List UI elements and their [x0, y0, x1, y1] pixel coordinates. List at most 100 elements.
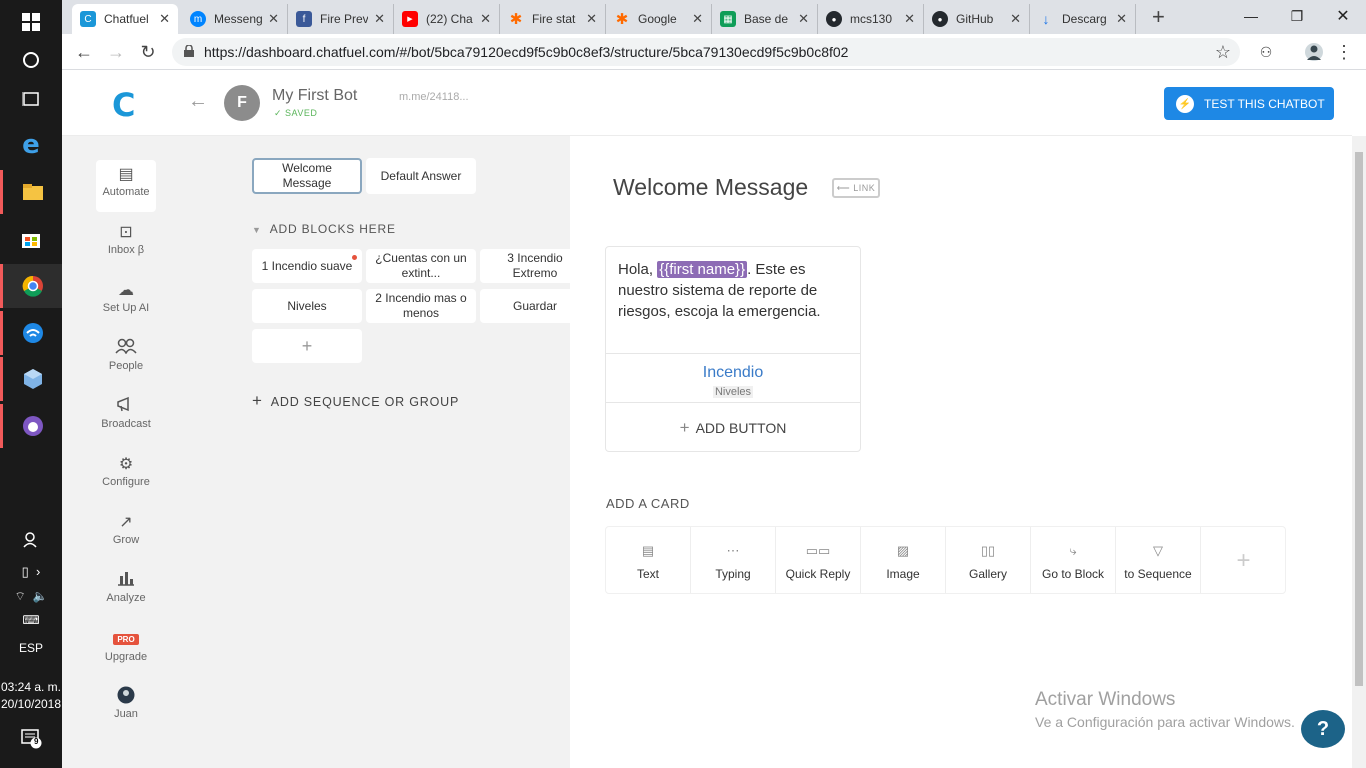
- add-sequence-button[interactable]: + ADD SEQUENCE OR GROUP: [252, 391, 459, 411]
- tab-github[interactable]: ● GitHub ✕: [924, 4, 1030, 34]
- close-tab-icon[interactable]: ✕: [1010, 11, 1021, 27]
- nav-inbox[interactable]: ⊡ Inbox β: [96, 218, 156, 270]
- nav-configure[interactable]: ⚙ Configure: [96, 450, 156, 502]
- block-welcome-message[interactable]: Welcome Message: [252, 158, 362, 194]
- add-blocks-header[interactable]: ▼ ADD BLOCKS HERE: [252, 222, 396, 236]
- new-tab-icon[interactable]: +: [1152, 4, 1165, 30]
- nav-label: Upgrade: [104, 651, 148, 663]
- card-type-to-sequence[interactable]: ▽ to Sequence: [1116, 527, 1201, 593]
- edge-browser-icon[interactable]: e: [0, 123, 62, 167]
- back-icon[interactable]: ←: [72, 40, 96, 64]
- tab-messenger[interactable]: m Messenger ✕: [182, 4, 288, 34]
- card-text-field[interactable]: Hola, {{first name}}. Este es nuestro si…: [618, 259, 850, 322]
- clock-time[interactable]: 03:24 a. m.: [0, 680, 62, 694]
- close-tab-icon[interactable]: ✕: [159, 11, 170, 27]
- block-item[interactable]: 2 Incendio mas o menos: [366, 289, 476, 323]
- card-button-incendio[interactable]: Incendio Niveles: [606, 355, 860, 403]
- help-icon[interactable]: ?: [1301, 710, 1345, 748]
- block-editor: Welcome Message ⟵ LINK Hola, {{first name…: [570, 136, 1352, 768]
- nav-automate[interactable]: ▤ Automate: [96, 160, 156, 212]
- extension-icon[interactable]: ⚇: [1254, 40, 1278, 64]
- task-view-icon[interactable]: [0, 77, 62, 121]
- close-tab-icon[interactable]: ✕: [268, 11, 279, 27]
- close-tab-icon[interactable]: ✕: [480, 11, 491, 27]
- virtualbox-icon[interactable]: [0, 357, 62, 401]
- page-scrollbar[interactable]: [1352, 136, 1366, 768]
- forward-icon[interactable]: →: [104, 40, 128, 64]
- nav-broadcast[interactable]: Broadcast: [96, 392, 156, 444]
- card-type-go-to-block[interactable]: ⤷ Go to Block: [1031, 527, 1116, 593]
- profile-avatar[interactable]: [1302, 40, 1326, 64]
- block-item[interactable]: ¿Cuentas con un extint...: [366, 249, 476, 283]
- tab-chatfuel[interactable]: C Chatfuel ✕: [72, 4, 178, 34]
- close-tab-icon[interactable]: ✕: [1116, 11, 1127, 27]
- add-block-button[interactable]: +: [252, 329, 362, 363]
- chrome-menu-icon[interactable]: ⋮: [1332, 40, 1356, 64]
- clock-date[interactable]: 20/10/2018: [0, 697, 62, 711]
- tab-label: Fire stat: [532, 12, 576, 26]
- bookmark-star-icon[interactable]: ☆: [1211, 40, 1235, 64]
- card-type-quick-reply[interactable]: ▭▭ Quick Reply: [776, 527, 861, 593]
- tab-google[interactable]: ✱ Google ✕: [606, 4, 712, 34]
- close-tab-icon[interactable]: ✕: [374, 11, 385, 27]
- facebook-favicon-icon: f: [296, 11, 312, 27]
- block-default-answer[interactable]: Default Answer: [366, 158, 476, 194]
- card-type-more[interactable]: +: [1201, 527, 1286, 593]
- block-item[interactable]: Niveles: [252, 289, 362, 323]
- tab-fire-stat[interactable]: ✱ Fire stat ✕: [500, 4, 606, 34]
- block-title[interactable]: Welcome Message: [613, 174, 808, 201]
- block-label: Niveles: [287, 298, 327, 313]
- robot-icon: ▤: [118, 166, 134, 183]
- windows-taskbar: e ▯ › ⌔ 🔈 ⌨ ESP 03:24 a. m. 20/10/2018 9: [0, 0, 62, 768]
- block-item[interactable]: 1 Incendio suave: [252, 249, 362, 283]
- nav-user[interactable]: Juan: [96, 682, 156, 734]
- notification-center-icon[interactable]: 9: [0, 716, 62, 760]
- keyboard-icon[interactable]: ⌨: [0, 598, 62, 642]
- back-arrow-icon[interactable]: ←: [188, 90, 208, 113]
- minimize-icon[interactable]: —: [1228, 0, 1274, 32]
- tab-base-de[interactable]: ▦ Base de ✕: [712, 4, 818, 34]
- user-avatar: [96, 686, 156, 708]
- close-tab-icon[interactable]: ✕: [692, 11, 703, 27]
- app-cat-icon[interactable]: [0, 404, 62, 448]
- nav-setup-ai[interactable]: ☁ Set Up AI: [96, 276, 156, 328]
- chatfuel-logo[interactable]: C: [112, 86, 140, 124]
- card-type-image[interactable]: ▨ Image: [861, 527, 946, 593]
- nav-label: Broadcast: [101, 418, 151, 430]
- cortana-search-icon[interactable]: [0, 38, 62, 82]
- nav-grow[interactable]: ↗ Grow: [96, 508, 156, 560]
- tab-descargas[interactable]: ↓ Descarg ✕: [1030, 4, 1136, 34]
- mme-link[interactable]: m.me/24118...: [399, 91, 469, 103]
- close-window-icon[interactable]: ✕: [1320, 0, 1366, 32]
- plus-icon: +: [1236, 547, 1251, 574]
- link-badge[interactable]: ⟵ LINK: [832, 178, 880, 198]
- chrome-icon[interactable]: [0, 264, 62, 308]
- lock-icon[interactable]: [184, 45, 194, 57]
- card-type-text[interactable]: ▤ Text: [606, 527, 691, 593]
- nav-label: Grow: [112, 534, 140, 546]
- close-tab-icon[interactable]: ✕: [904, 11, 915, 27]
- tab-mcs130[interactable]: ● mcs130 ✕: [818, 4, 924, 34]
- card-type-typing[interactable]: ⋯ Typing: [691, 527, 776, 593]
- card-type-gallery[interactable]: ▯▯ Gallery: [946, 527, 1031, 593]
- close-tab-icon[interactable]: ✕: [798, 11, 809, 27]
- tab-fire-prev[interactable]: f Fire Prev ✕: [288, 4, 394, 34]
- nav-label: Set Up AI: [102, 302, 150, 314]
- scrollbar-thumb[interactable]: [1355, 152, 1363, 686]
- store-icon[interactable]: [0, 217, 62, 261]
- nav-label: People: [108, 360, 144, 372]
- restore-icon[interactable]: ❐: [1274, 0, 1320, 32]
- input-language[interactable]: ESP: [0, 641, 62, 655]
- file-explorer-icon[interactable]: [0, 170, 62, 214]
- tab-youtube[interactable]: ▶ (22) Cha ✕: [394, 4, 500, 34]
- nav-people[interactable]: People: [96, 334, 156, 386]
- reload-icon[interactable]: ↻: [136, 40, 160, 64]
- nav-analyze[interactable]: Analyze: [96, 566, 156, 618]
- close-tab-icon[interactable]: ✕: [586, 11, 597, 27]
- bot-name[interactable]: My First Bot: [272, 87, 357, 105]
- nav-upgrade[interactable]: PRO Upgrade: [96, 628, 156, 680]
- address-bar[interactable]: https://dashboard.chatfuel.com/#/bot/5bc…: [172, 38, 1240, 66]
- add-button[interactable]: + ADD BUTTON: [606, 404, 860, 452]
- wifi-app-icon[interactable]: [0, 311, 62, 355]
- test-chatbot-button[interactable]: ⚡ TEST THIS CHATBOT: [1164, 87, 1334, 120]
